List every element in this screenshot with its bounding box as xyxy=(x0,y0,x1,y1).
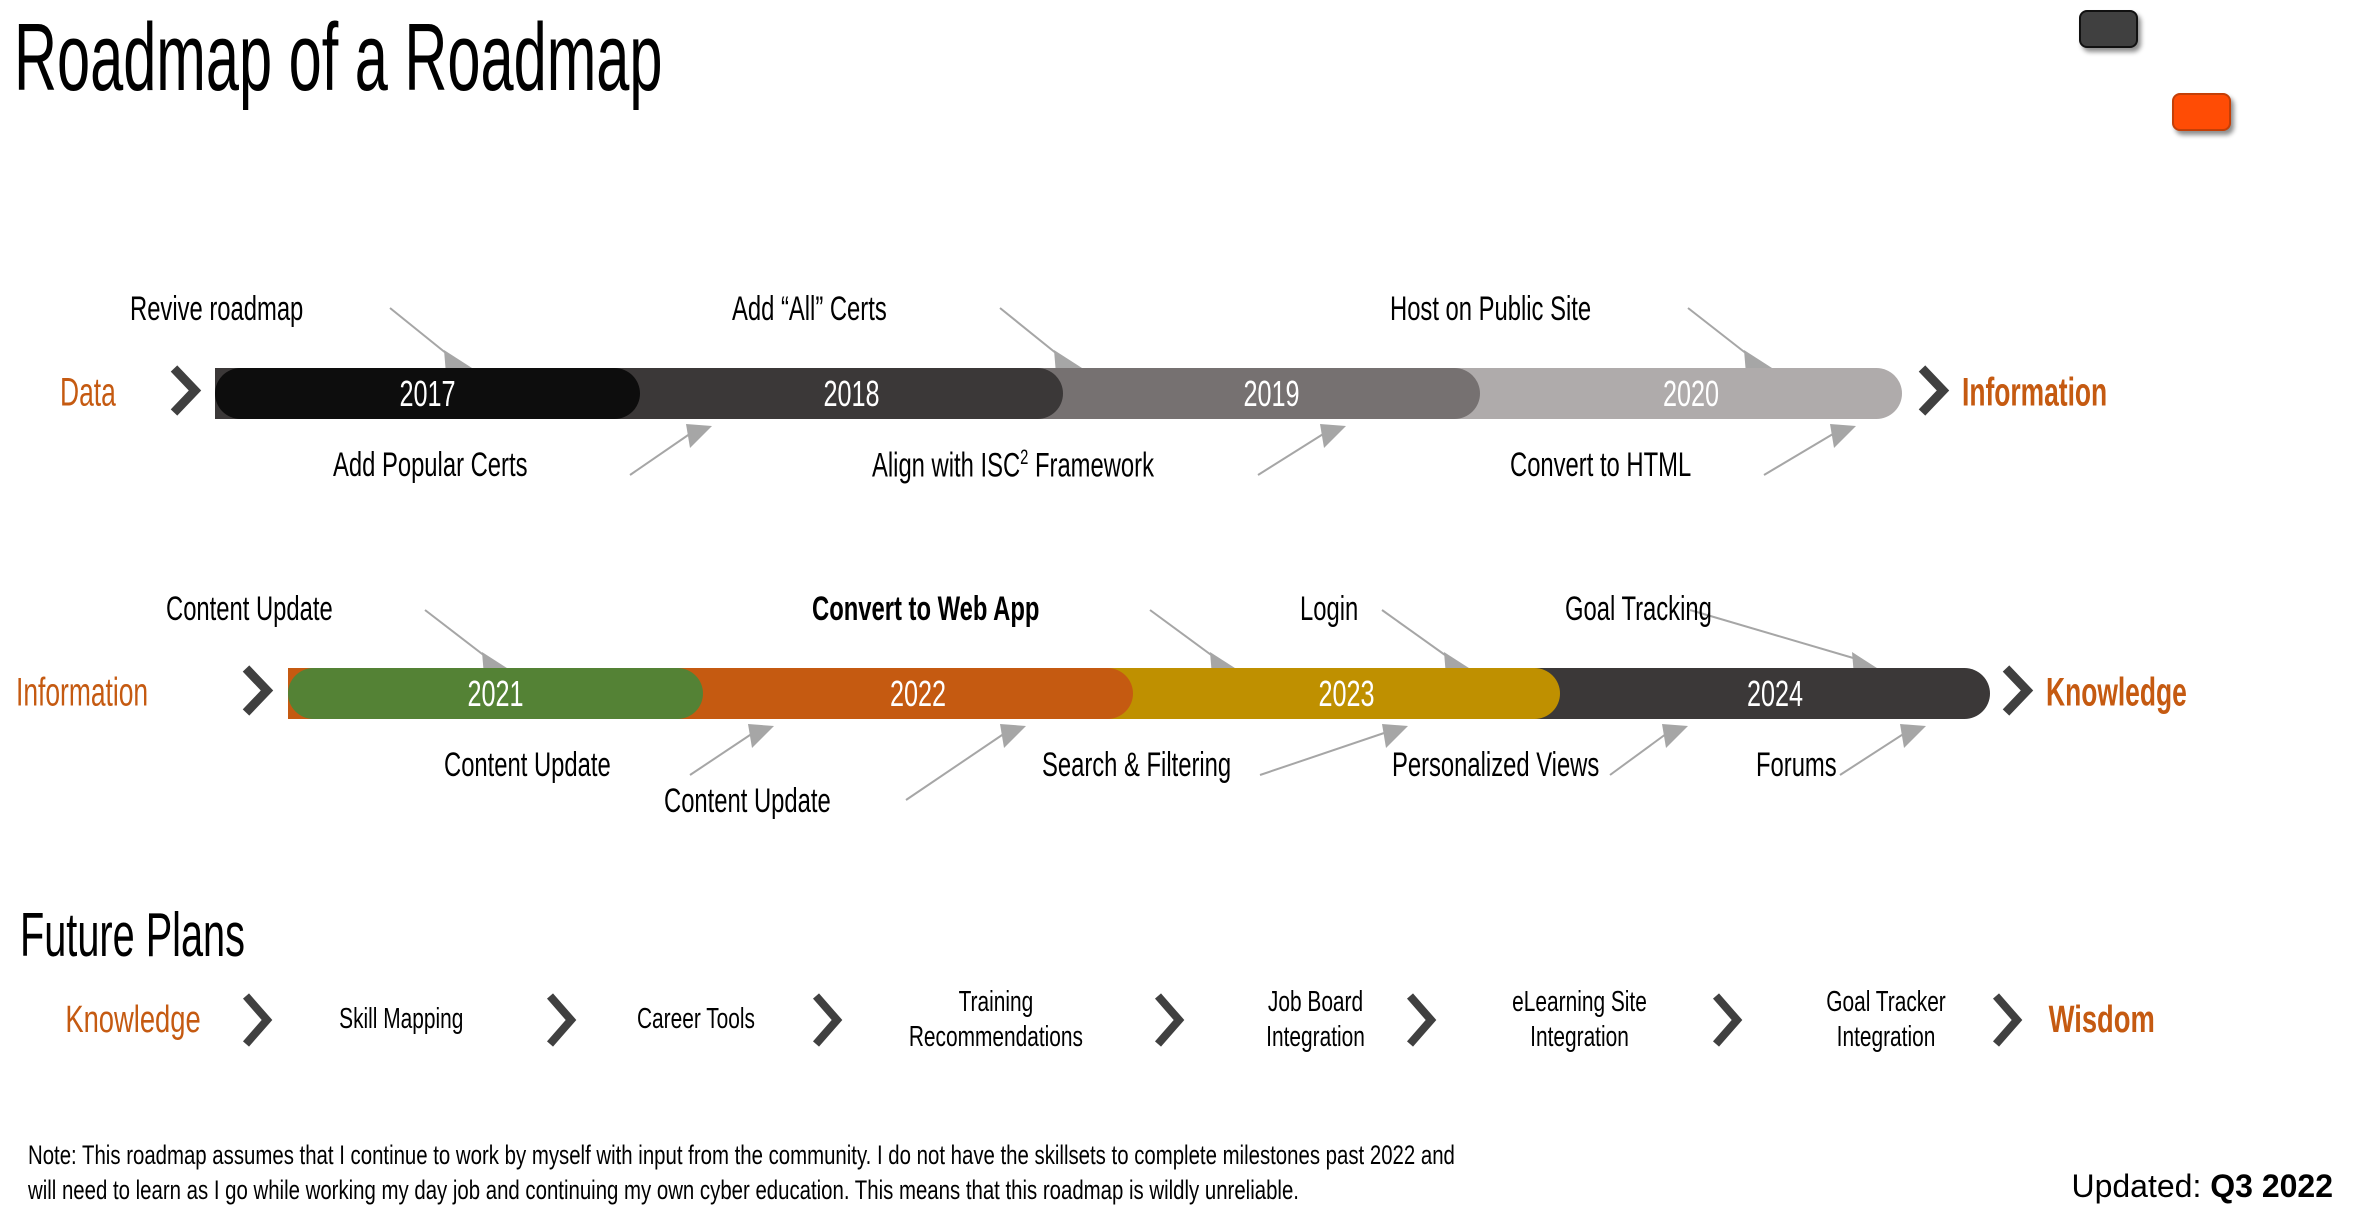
future-item-line1: Goal Tracker xyxy=(1826,985,1946,1018)
segment-label: 2024 xyxy=(1746,672,1804,714)
future-item-line2: Integration xyxy=(1266,1021,1366,1053)
row2-start-label: Information xyxy=(16,670,149,715)
future-item-line2: Recommendations xyxy=(908,1021,1084,1053)
future-start-label: Knowledge xyxy=(18,975,248,1065)
future-item-text: Career Tools xyxy=(636,1002,754,1037)
future-end-label-text: Wisdom xyxy=(2048,998,2155,1041)
chevron-icon-row2-left xyxy=(240,664,274,723)
updated-prefix: Updated: xyxy=(2071,1168,2211,1204)
milestone-content-update-2: Content Update xyxy=(444,746,611,784)
future-item-line1: Career Tools xyxy=(636,1003,755,1036)
future-item-training-recommendations[interactable]: Training Recommendations xyxy=(856,975,1136,1065)
future-item-line1: Skill Mapping xyxy=(338,1003,464,1036)
updated-stamp: Updated: Q3 2022 xyxy=(2071,1168,2333,1205)
footer-note: Note: This roadmap assumes that I contin… xyxy=(28,1140,1455,1206)
milestone-content-update-3: Content Update xyxy=(664,782,831,820)
milestone-convert-to-web-app: Convert to Web App xyxy=(812,590,1040,628)
segment-label: 2019 xyxy=(1243,372,1300,414)
milestone-add-all-certs: Add “All” Certs xyxy=(732,290,887,328)
future-item-text: eLearning Site Integration xyxy=(1513,985,1648,1056)
milestone-add-popular-certs: Add Popular Certs xyxy=(333,446,528,484)
leader-lines-row2-below xyxy=(689,724,1926,801)
milestone-forums: Forums xyxy=(1756,746,1837,784)
milestone-login: Login xyxy=(1300,590,1359,628)
chevron-icon-future-1 xyxy=(544,975,578,1065)
milestone-content-update-1: Content Update xyxy=(166,590,333,628)
future-item-goal-tracker-integration[interactable]: Goal Tracker Integration xyxy=(1756,975,2016,1065)
segment-label: 2021 xyxy=(467,672,524,714)
milestone-host-on-public-site: Host on Public Site xyxy=(1390,290,1592,328)
future-item-text: Goal Tracker Integration xyxy=(1826,985,1946,1056)
row2-end-label: Knowledge xyxy=(2046,670,2187,715)
page-title: Roadmap of a Roadmap xyxy=(14,4,663,111)
future-item-text: Skill Mapping xyxy=(339,1002,463,1037)
chevron-icon-future-4 xyxy=(1404,975,1438,1065)
chevron-icon-row2-right xyxy=(2000,664,2034,723)
timeline-bar-row2: 2021 2022 2023 2024 xyxy=(288,668,1990,719)
segment-label: 2020 xyxy=(1662,372,1720,414)
future-item-line1: Job Board xyxy=(1268,985,1364,1018)
future-item-elearning-site-integration[interactable]: eLearning Site Integration xyxy=(1450,975,1710,1065)
future-item-text: Training Recommendations xyxy=(909,985,1083,1056)
milestone-align-with-isc2-framework: Align with ISC2 Framework xyxy=(872,446,1154,485)
milestone-text-post: Framework xyxy=(1028,446,1154,485)
milestone-revive-roadmap: Revive roadmap xyxy=(130,290,304,328)
future-item-text: Job Board Integration xyxy=(1267,985,1366,1056)
milestone-text-pre: Align with ISC xyxy=(872,446,1021,485)
milestone-goal-tracking: Goal Tracking xyxy=(1565,590,1712,628)
future-item-job-board-integration[interactable]: Job Board Integration xyxy=(1196,975,1436,1065)
future-plans-heading: Future Plans xyxy=(20,901,245,970)
chevron-icon-future-2 xyxy=(810,975,844,1065)
segment-label: 2022 xyxy=(889,672,947,714)
future-start-label-text: Knowledge xyxy=(65,998,201,1041)
chevron-icon-future-3 xyxy=(1152,975,1186,1065)
orange-rounded-rect-shape xyxy=(2172,93,2231,131)
future-item-line2: Integration xyxy=(1836,1021,1936,1053)
future-item-career-tools[interactable]: Career Tools xyxy=(588,975,803,1065)
segment-label: 2023 xyxy=(1318,672,1375,714)
chevron-icon-future-6 xyxy=(1990,975,2024,1065)
slide-canvas: Roadmap of a Roadmap 2017 2018 2019 2020… xyxy=(0,0,2359,1219)
chevron-icon-future-5 xyxy=(1710,975,1744,1065)
chevron-icon-row1-left xyxy=(168,364,202,423)
future-end-label: Wisdom xyxy=(2028,975,2248,1065)
milestone-convert-to-html: Convert to HTML xyxy=(1510,446,1692,484)
chevron-icon-future-0 xyxy=(240,975,274,1065)
segment-label: 2018 xyxy=(823,372,880,414)
timeline-bar-row1: 2017 2018 2019 2020 xyxy=(215,368,1902,419)
future-item-skill-mapping[interactable]: Skill Mapping xyxy=(286,975,516,1065)
segment-2017[interactable]: 2017 xyxy=(215,368,640,419)
dark-rounded-rect-shape xyxy=(2079,10,2138,48)
row1-end-label: Information xyxy=(1962,370,2108,415)
milestone-personalized-views: Personalized Views xyxy=(1392,746,1600,784)
updated-value: Q3 2022 xyxy=(2210,1168,2333,1204)
future-item-line1: eLearning Site xyxy=(1512,985,1648,1018)
milestone-search-and-filtering: Search & Filtering xyxy=(1042,746,1232,784)
segment-2021[interactable]: 2021 xyxy=(288,668,703,719)
chevron-icon-row1-right xyxy=(1916,364,1950,423)
future-item-line2: Integration xyxy=(1530,1021,1630,1053)
row1-start-label: Data xyxy=(60,370,116,415)
future-item-line1: Training xyxy=(958,985,1034,1018)
segment-label: 2017 xyxy=(399,372,456,414)
